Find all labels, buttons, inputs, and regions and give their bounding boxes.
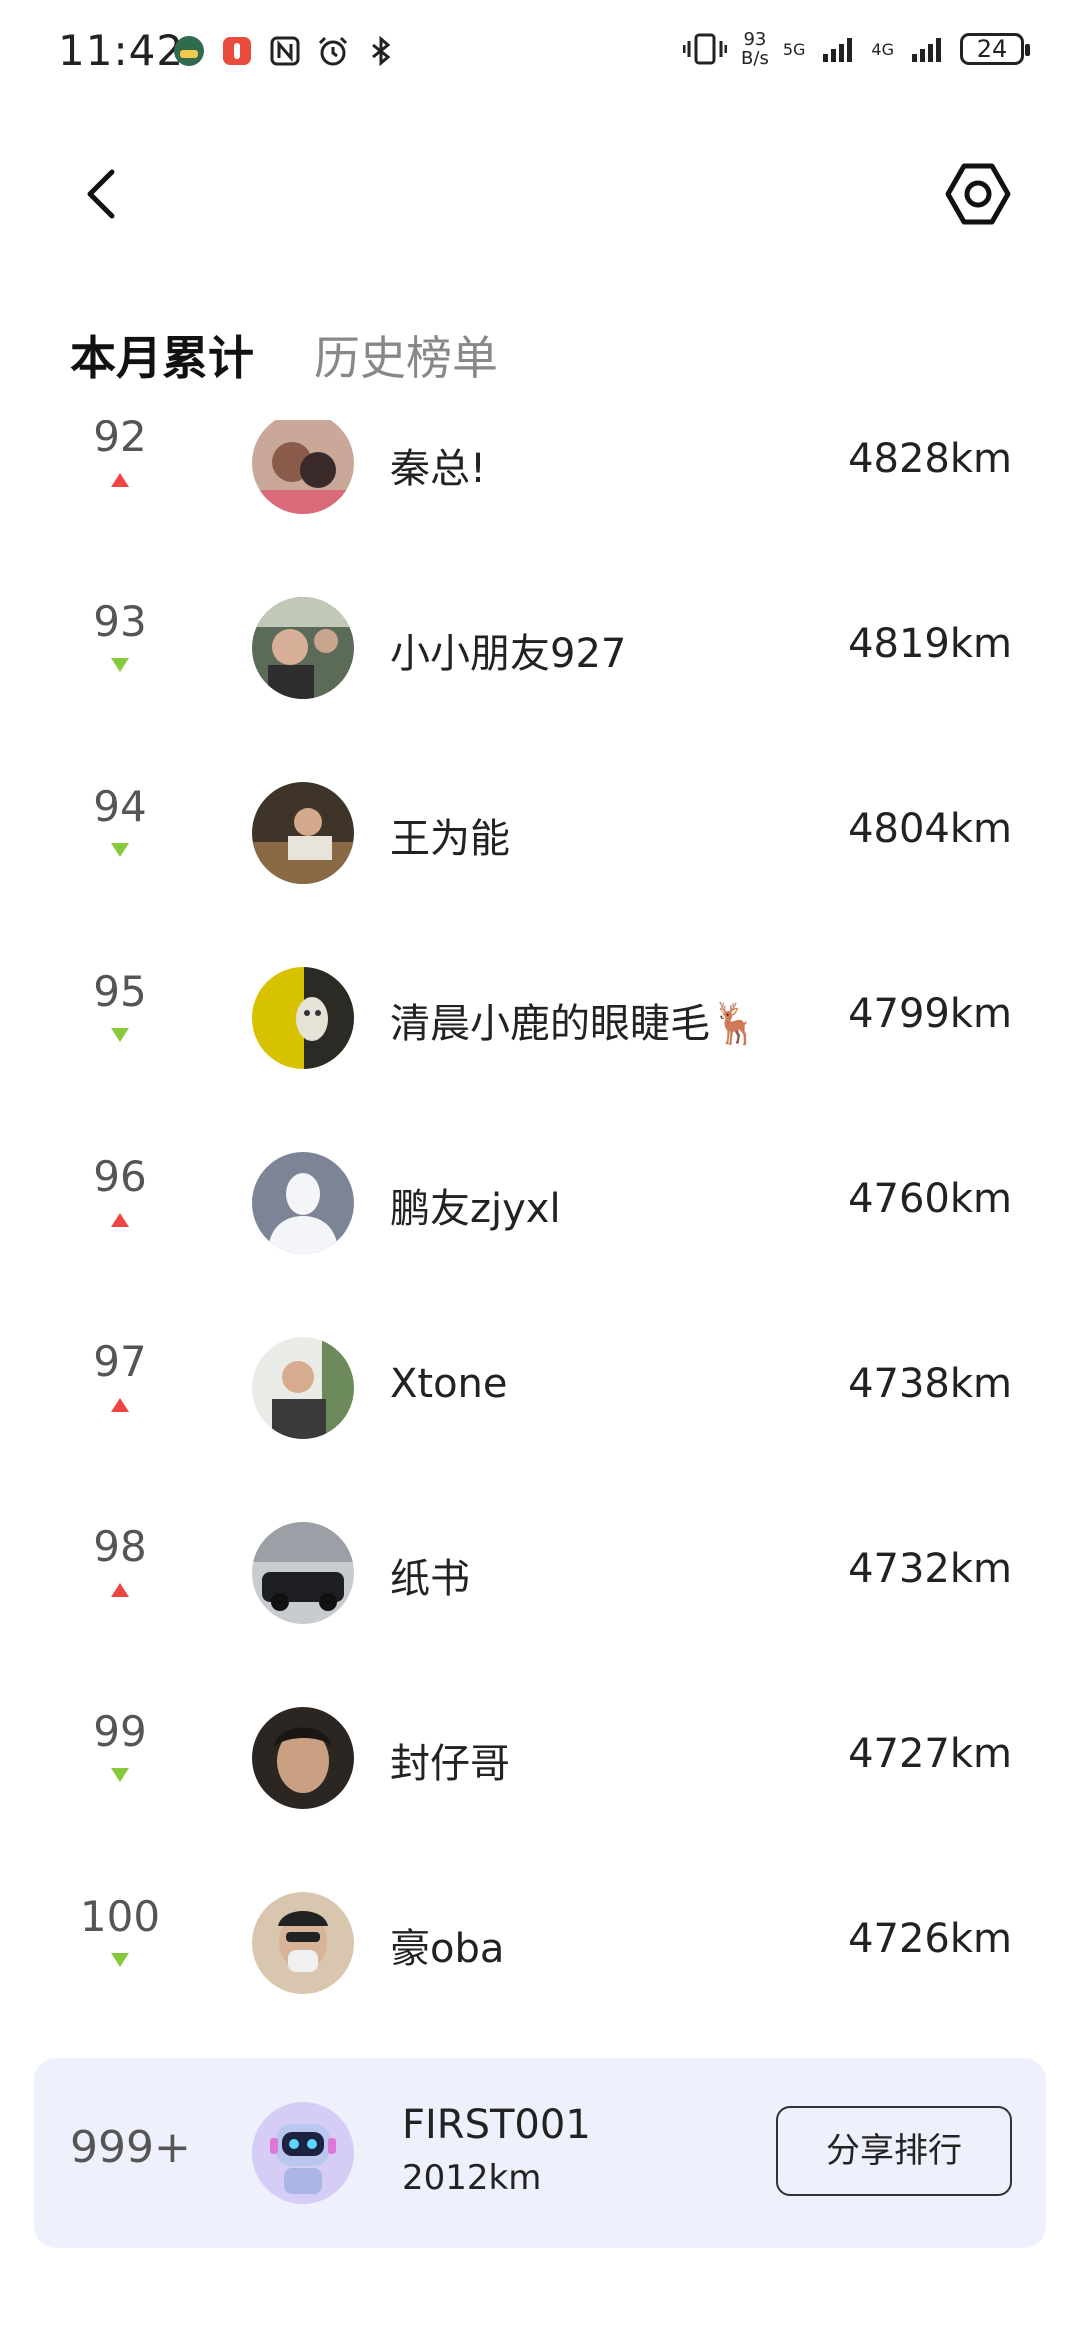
user-name: Xtone	[390, 1361, 508, 1407]
distance-value: 4828km	[848, 436, 1012, 482]
avatar[interactable]	[252, 1522, 354, 1624]
avatar[interactable]	[252, 1707, 354, 1809]
ranking-list-viewport[interactable]: 92 秦总! 4828km 93 小小朋友927 4819km 94 王为能 4…	[0, 420, 1080, 2030]
user-name: 王为能	[390, 816, 510, 862]
avatar[interactable]	[252, 967, 354, 1069]
avatar[interactable]	[252, 782, 354, 884]
ranking-row[interactable]: 95 清晨小鹿的眼睫毛🦌 4799km	[0, 925, 1080, 1110]
trend-down-icon	[111, 1953, 129, 1967]
my-rank-number: 999+	[70, 2122, 191, 2173]
distance-value: 4760km	[848, 1176, 1012, 1222]
rank-number: 95	[93, 967, 147, 1016]
avatar[interactable]	[252, 1337, 354, 1439]
alert-notification-icon	[223, 37, 251, 65]
user-name: 秦总!	[390, 446, 487, 492]
distance-value: 4732km	[848, 1546, 1012, 1592]
ranking-list: 92 秦总! 4828km 93 小小朋友927 4819km 94 王为能 4…	[0, 420, 1080, 2030]
rank-number: 94	[93, 782, 147, 831]
user-name: 鹏友zjyxl	[390, 1186, 561, 1232]
tab-this-month[interactable]: 本月累计	[70, 322, 254, 388]
signal-1-label: 5G	[782, 39, 806, 59]
trend-up-icon	[111, 1398, 129, 1412]
ranking-row[interactable]: 100 豪oba 4726km	[0, 1850, 1080, 2030]
ranking-row[interactable]: 97 Xtone 4738km	[0, 1295, 1080, 1480]
status-bar: 11:42 93 B/s 5G 4G 24	[0, 0, 1080, 110]
settings-button[interactable]	[942, 158, 1014, 230]
battery-indicator: 24	[960, 33, 1030, 65]
hexagon-settings-icon	[945, 163, 1011, 225]
rank-number: 93	[93, 597, 147, 646]
bluetooth-icon	[372, 35, 391, 67]
trend-up-icon	[111, 1583, 129, 1597]
rank-number: 99	[93, 1707, 147, 1756]
rank-number: 100	[79, 1892, 161, 1941]
network-speed-value: 93	[743, 29, 767, 50]
avatar[interactable]	[252, 597, 354, 699]
trend-up-icon	[111, 473, 129, 487]
distance-value: 4819km	[848, 621, 1012, 667]
avatar[interactable]	[252, 1892, 354, 1994]
rank-number: 96	[93, 1152, 147, 1201]
my-avatar[interactable]	[252, 2102, 354, 2204]
ranking-row[interactable]: 92 秦总! 4828km	[0, 420, 1080, 555]
distance-value: 4726km	[848, 1916, 1012, 1962]
vibrate-icon	[683, 33, 728, 65]
network-speed-unit: B/s	[741, 48, 769, 69]
my-user-name: FIRST001	[402, 2102, 591, 2148]
chevron-left-icon	[87, 169, 115, 219]
distance-value: 4727km	[848, 1731, 1012, 1777]
user-name: 小小朋友927	[390, 631, 627, 677]
ranking-row[interactable]: 98 纸书 4732km	[0, 1480, 1080, 1665]
tab-bar: 本月累计 历史榜单	[70, 322, 498, 388]
network-speed: 93 B/s	[741, 30, 769, 68]
user-name: 豪oba	[390, 1926, 505, 1972]
trend-down-icon	[111, 1028, 129, 1042]
trend-down-icon	[111, 843, 129, 857]
signal-bars-icon	[912, 38, 941, 62]
avatar[interactable]	[252, 1152, 354, 1254]
app-notification-icon	[174, 36, 204, 66]
tab-history[interactable]: 历史榜单	[314, 322, 498, 388]
status-time: 11:42	[58, 26, 185, 75]
ranking-row[interactable]: 94 王为能 4804km	[0, 740, 1080, 925]
trend-down-icon	[111, 1768, 129, 1782]
distance-value: 4738km	[848, 1361, 1012, 1407]
user-name: 封仔哥	[390, 1741, 510, 1787]
trend-down-icon	[111, 658, 129, 672]
status-right-group: 93 B/s 5G 4G 24	[683, 30, 1030, 68]
trend-up-icon	[111, 1213, 129, 1227]
distance-value: 4804km	[848, 806, 1012, 852]
rank-number: 98	[93, 1522, 147, 1571]
distance-value: 4799km	[848, 991, 1012, 1037]
my-distance-value: 2012km	[402, 2158, 542, 2198]
ranking-row[interactable]: 99 封仔哥 4727km	[0, 1665, 1080, 1850]
rank-number: 92	[93, 420, 147, 461]
user-name: 纸书	[390, 1556, 470, 1602]
ranking-row[interactable]: 96 鹏友zjyxl 4760km	[0, 1110, 1080, 1295]
user-name: 清晨小鹿的眼睫毛🦌	[390, 1001, 760, 1047]
rank-number: 97	[93, 1337, 147, 1386]
notification-icons	[172, 34, 398, 68]
avatar[interactable]	[252, 420, 354, 514]
my-rank-card: 999+ FIRST001 2012km 分享排行	[34, 2058, 1046, 2248]
ranking-row[interactable]: 93 小小朋友927 4819km	[0, 555, 1080, 740]
leaderboard-page: 11:42 93 B/s 5G 4G 24 本月累计 历史榜单 92 秦总! 4…	[0, 0, 1080, 2340]
nfc-icon	[270, 36, 300, 66]
back-button[interactable]	[72, 158, 132, 228]
signal-2-label: 4G	[871, 39, 894, 59]
signal-bars-icon	[823, 38, 853, 62]
share-ranking-button[interactable]: 分享排行	[776, 2106, 1012, 2196]
alarm-icon	[318, 36, 348, 66]
